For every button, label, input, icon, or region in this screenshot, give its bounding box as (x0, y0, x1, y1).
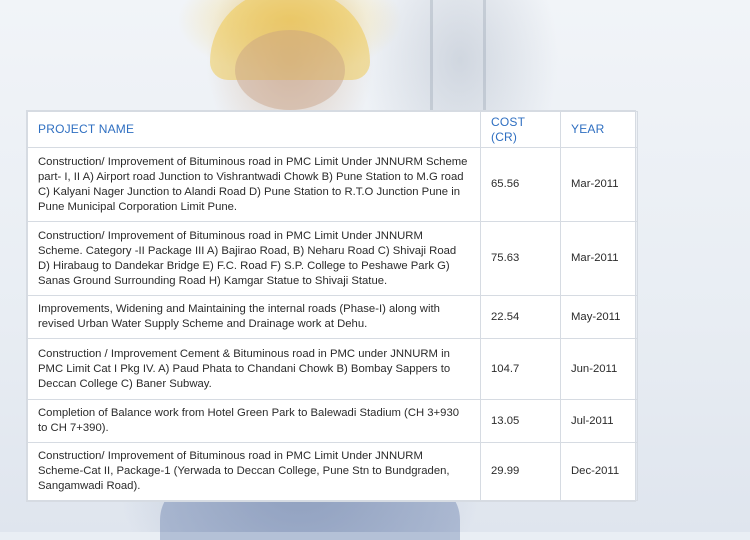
table-header-row: PROJECT NAME COST (CR) YEAR (27, 111, 638, 148)
year-cell: May-2011 (560, 295, 638, 339)
worker-face-shape (235, 30, 345, 110)
project-name-cell: Improvements, Widening and Maintaining t… (27, 295, 481, 339)
projects-table: PROJECT NAME COST (CR) YEAR Construction… (27, 111, 638, 501)
table-row: Construction/ Improvement of Bituminous … (27, 442, 638, 501)
year-cell: Dec-2011 (560, 442, 638, 501)
year-cell: Jun-2011 (560, 338, 638, 400)
cost-cell: 104.7 (480, 338, 561, 400)
crane-shape (430, 0, 486, 110)
header-cost: COST (CR) (480, 111, 561, 148)
projects-table-card: PROJECT NAME COST (CR) YEAR Construction… (26, 110, 638, 502)
cost-cell: 22.54 (480, 295, 561, 339)
year-cell: Jul-2011 (560, 399, 638, 443)
table-row: Construction/ Improvement of Bituminous … (27, 221, 638, 296)
project-name-cell: Construction/ Improvement of Bituminous … (27, 147, 481, 222)
cost-cell: 29.99 (480, 442, 561, 501)
table-row: Construction/ Improvement of Bituminous … (27, 147, 638, 222)
year-cell: Mar-2011 (560, 147, 638, 222)
cost-cell: 65.56 (480, 147, 561, 222)
table-row: Construction / Improvement Cement & Bitu… (27, 338, 638, 400)
cost-cell: 13.05 (480, 399, 561, 443)
project-name-cell: Construction/ Improvement of Bituminous … (27, 221, 481, 296)
project-name-cell: Construction / Improvement Cement & Bitu… (27, 338, 481, 400)
header-year: YEAR (560, 111, 638, 148)
table-row: Completion of Balance work from Hotel Gr… (27, 399, 638, 443)
header-project-name: PROJECT NAME (27, 111, 481, 148)
project-name-cell: Construction/ Improvement of Bituminous … (27, 442, 481, 501)
table-row: Improvements, Widening and Maintaining t… (27, 295, 638, 339)
project-name-cell: Completion of Balance work from Hotel Gr… (27, 399, 481, 443)
year-cell: Mar-2011 (560, 221, 638, 296)
cost-cell: 75.63 (480, 221, 561, 296)
